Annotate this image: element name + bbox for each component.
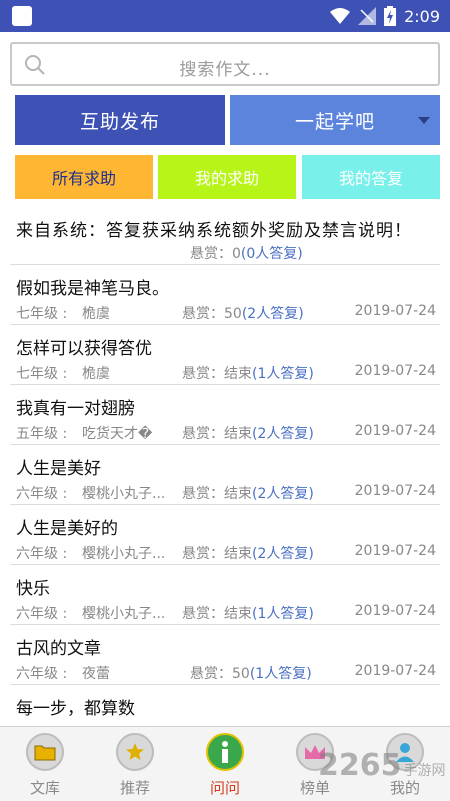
post-grade: 六年级 : bbox=[16, 666, 68, 682]
system-post[interactable]: 来自系统：答复获采纳系统额外奖励及禁言说明！ 悬赏：0(0人答复) bbox=[10, 208, 440, 265]
post-reward: 悬赏：结束(2人答复) bbox=[182, 426, 314, 442]
post-title: 人生是美好的 bbox=[16, 519, 118, 539]
tab-my-requests[interactable]: 我的求助 bbox=[158, 155, 296, 199]
study-together-label: 一起学吧 bbox=[294, 110, 375, 133]
list-item[interactable]: 人生是美好的 六年级 : 樱桃小丸子... 悬赏：结束(2人答复) 2019-0… bbox=[10, 505, 440, 565]
search-input[interactable]: 搜索作文... bbox=[10, 42, 440, 86]
post-grade: 七年级 : bbox=[16, 366, 68, 382]
tab-library-label: 文库 bbox=[29, 779, 60, 797]
post-title: 古风的文章 bbox=[16, 639, 101, 659]
post-grade: 五年级 : bbox=[16, 426, 68, 442]
tab-library[interactable]: 文库 bbox=[10, 727, 80, 801]
battery-icon bbox=[384, 6, 397, 26]
post-reward: 悬赏：结束(1人答复) bbox=[182, 606, 314, 622]
post-date: 2019-07-24 bbox=[354, 483, 436, 499]
wifi-icon bbox=[330, 8, 351, 24]
post-author: 桅虞 bbox=[82, 366, 110, 382]
post-grade: 六年级 : bbox=[16, 606, 68, 622]
tab-my-answers[interactable]: 我的答复 bbox=[302, 155, 440, 199]
dropdown-arrow-icon bbox=[418, 117, 430, 124]
tab-recommend[interactable]: 推荐 bbox=[100, 727, 170, 801]
hand-star-icon bbox=[116, 733, 154, 771]
post-reward: 悬赏：0(0人答复) bbox=[190, 246, 303, 262]
info-icon bbox=[206, 733, 244, 771]
status-bar: 2:09 bbox=[0, 0, 450, 32]
app-notification-icon bbox=[12, 6, 32, 26]
post-title: 每一步，都算数 bbox=[16, 699, 135, 719]
clock: 2:09 bbox=[404, 6, 440, 26]
folder-icon bbox=[26, 733, 64, 771]
post-grade: 六年级 : bbox=[16, 486, 68, 502]
post-reward: 悬赏：结束(2人答复) bbox=[182, 486, 314, 502]
post-reward: 悬赏：50(1人答复) bbox=[190, 666, 312, 682]
main-content: 搜索作文... 互助发布 一起学吧 所有求助 我的求助 我的答复 来自系统：答复… bbox=[0, 32, 450, 726]
search-placeholder: 搜索作文... bbox=[179, 60, 271, 80]
post-author: 吃货天才� bbox=[82, 426, 153, 442]
post-list: 来自系统：答复获采纳系统额外奖励及禁言说明！ 悬赏：0(0人答复) 假如我是神笔… bbox=[10, 208, 440, 745]
post-author: 樱桃小丸子... bbox=[82, 486, 166, 502]
post-title: 假如我是神笔马良。 bbox=[16, 279, 169, 299]
post-title: 快乐 bbox=[16, 579, 50, 599]
list-item[interactable]: 人生是美好 六年级 : 樱桃小丸子... 悬赏：结束(2人答复) 2019-07… bbox=[10, 445, 440, 505]
no-signal-icon bbox=[358, 7, 377, 25]
post-author: 樱桃小丸子... bbox=[82, 546, 166, 562]
post-author: 樱桃小丸子... bbox=[82, 606, 166, 622]
post-date: 2019-07-24 bbox=[354, 303, 436, 319]
list-item[interactable]: 快乐 六年级 : 樱桃小丸子... 悬赏：结束(1人答复) 2019-07-24 bbox=[10, 565, 440, 625]
study-together-dropdown[interactable]: 一起学吧 bbox=[230, 95, 440, 145]
tab-ask[interactable]: 问问 bbox=[190, 727, 260, 801]
post-author: 桅虞 bbox=[82, 306, 110, 322]
list-item[interactable]: 怎样可以获得答优 七年级 : 桅虞 悬赏：结束(1人答复) 2019-07-24 bbox=[10, 325, 440, 385]
list-item[interactable]: 假如我是神笔马良。 七年级 : 桅虞 悬赏：50(2人答复) 2019-07-2… bbox=[10, 265, 440, 325]
tab-recommend-label: 推荐 bbox=[119, 779, 150, 797]
post-date: 2019-07-24 bbox=[354, 543, 436, 559]
publish-help-button[interactable]: 互助发布 bbox=[15, 95, 225, 145]
post-title: 我真有一对翅膀 bbox=[16, 399, 135, 419]
post-date: 2019-07-24 bbox=[354, 603, 436, 619]
post-date: 2019-07-24 bbox=[354, 423, 436, 439]
list-item[interactable]: 我真有一对翅膀 五年级 : 吃货天才� 悬赏：结束(2人答复) 2019-07-… bbox=[10, 385, 440, 445]
post-title: 人生是美好 bbox=[16, 459, 101, 479]
tab-all-requests[interactable]: 所有求助 bbox=[15, 155, 153, 199]
publish-help-label: 互助发布 bbox=[79, 110, 160, 133]
post-grade: 七年级 : bbox=[16, 306, 68, 322]
post-date: 2019-07-24 bbox=[354, 363, 436, 379]
post-title: 来自系统：答复获采纳系统额外奖励及禁言说明！ bbox=[16, 221, 412, 241]
tab-ask-label: 问问 bbox=[209, 779, 240, 797]
post-title: 怎样可以获得答优 bbox=[16, 339, 152, 359]
post-author: 夜蕾 bbox=[82, 666, 110, 682]
post-date: 2019-07-24 bbox=[354, 663, 436, 679]
list-item[interactable]: 古风的文章 六年级 : 夜蕾 悬赏：50(1人答复) 2019-07-24 bbox=[10, 625, 440, 685]
site-watermark: 2265 手游网 bbox=[318, 748, 446, 783]
post-reward: 悬赏：结束(1人答复) bbox=[182, 366, 314, 382]
post-reward: 悬赏：50(2人答复) bbox=[182, 306, 304, 322]
post-reward: 悬赏：结束(2人答复) bbox=[182, 546, 314, 562]
post-grade: 六年级 : bbox=[16, 546, 68, 562]
